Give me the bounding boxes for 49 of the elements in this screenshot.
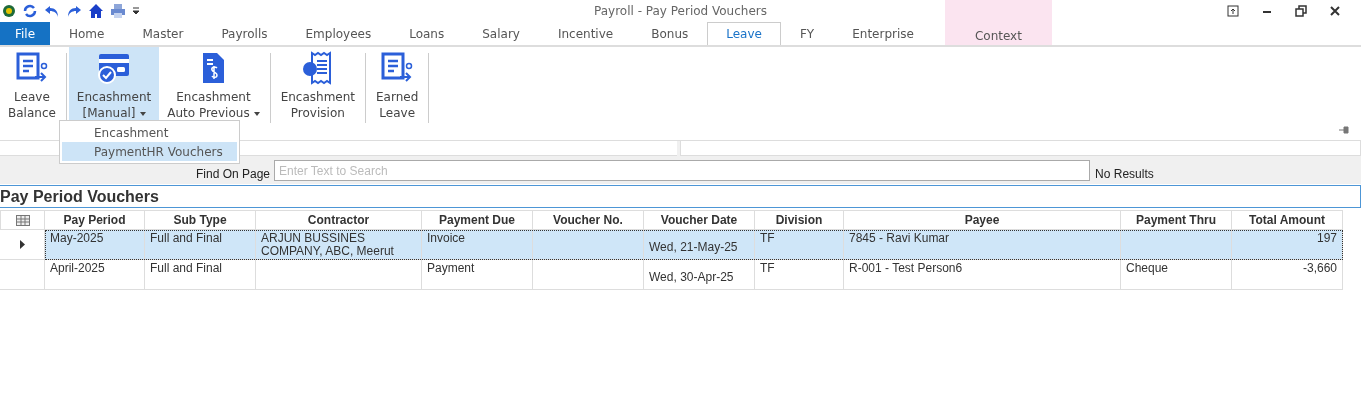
grid-title: Pay Period Vouchers <box>0 185 1361 208</box>
ribbon-button[interactable]: Encashment Provision <box>272 47 364 123</box>
column-chooser-button[interactable] <box>0 210 45 230</box>
ribbon-button[interactable]: Encashment Auto Previous <box>159 47 268 123</box>
app-logo-icon[interactable] <box>2 4 16 18</box>
search-field[interactable]: Enter Text to Search <box>274 160 1091 181</box>
ribbon-tab[interactable]: Leave <box>707 22 781 45</box>
undo-icon[interactable] <box>44 3 60 19</box>
menu-item[interactable]: PaymentHR Vouchers <box>62 142 237 161</box>
current-row-icon <box>19 240 25 249</box>
ribbon-tab[interactable]: Context <box>944 0 1052 45</box>
ribbon-button[interactable]: Leave Balance <box>0 47 64 123</box>
column-header[interactable]: Payee <box>844 210 1121 230</box>
redo-icon[interactable] <box>66 3 82 19</box>
window-pin-icon[interactable] <box>1227 5 1239 17</box>
grid-icon <box>15 214 30 226</box>
column-header[interactable]: Division <box>755 210 844 230</box>
pin-icon[interactable] <box>1339 126 1351 134</box>
card-icon <box>97 51 132 85</box>
column-header[interactable]: Contractor <box>256 210 422 230</box>
ribbon-button[interactable]: Encashment [Manual] <box>68 47 160 123</box>
table-row[interactable]: April-2025 Full and Final Payment Wed, 30-Apr-25 TF R-001 - Test Person6 Cheque -3,660 <box>45 260 1343 290</box>
table-cell: April-2025 <box>45 260 145 290</box>
restore-icon[interactable] <box>1295 5 1307 17</box>
printer-icon[interactable] <box>110 3 126 19</box>
home-icon[interactable] <box>88 3 104 19</box>
ribbon-button[interactable]: Earned Leave <box>368 47 427 123</box>
column-header[interactable]: Payment Thru <box>1121 210 1232 230</box>
column-header[interactable]: Payment Due <box>422 210 533 230</box>
refresh-icon[interactable] <box>22 3 38 19</box>
search-result: No Results <box>1095 167 1154 181</box>
table-cell: Full and Final <box>145 260 256 290</box>
find-label: Find On Page <box>196 167 271 181</box>
close-icon[interactable] <box>1329 5 1341 17</box>
column-header[interactable]: Voucher Date <box>644 210 755 230</box>
column-header[interactable]: Total Amount <box>1232 210 1343 230</box>
table-cell: Wed, 30-Apr-25 <box>644 260 755 290</box>
dropdown-icon[interactable] <box>132 7 140 15</box>
table-cell: Cheque <box>1121 260 1232 290</box>
column-header[interactable]: Sub Type <box>145 210 256 230</box>
window-title: Payroll - Pay Period Vouchers <box>594 4 767 18</box>
column-header[interactable]: Pay Period <box>45 210 145 230</box>
table-cell: -3,660 <box>1232 260 1343 290</box>
table-cell: Payment <box>422 260 533 290</box>
table-row[interactable]: May-2025 Full and Final ARJUN BUSSINES COMPANY, ABC, Meerut Invoice Wed, 21-May-25 TF 7845 - Ravi Kumar 197 <box>45 230 1343 260</box>
table-cell: TF <box>755 260 844 290</box>
table-cell: R-001 - Test Person6 <box>844 260 1121 290</box>
column-header[interactable]: Voucher No. <box>533 210 644 230</box>
file-menu-tab[interactable]: File <box>0 22 50 45</box>
